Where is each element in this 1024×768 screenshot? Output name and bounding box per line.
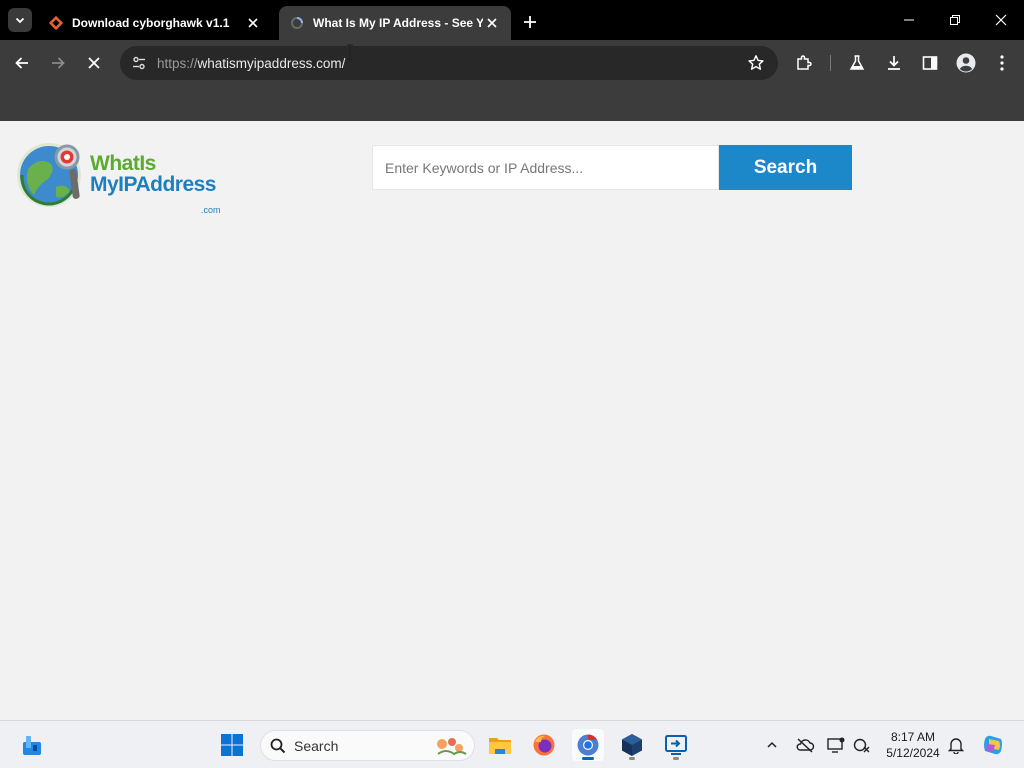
search-icon <box>270 738 286 753</box>
logo-suffix: .com <box>201 205 221 215</box>
close-tab-icon[interactable] <box>483 14 501 32</box>
close-icon <box>88 57 100 69</box>
flask-icon <box>849 55 865 70</box>
download-icon <box>888 56 900 70</box>
start-button[interactable] <box>216 729 248 761</box>
copilot-icon <box>984 735 1002 755</box>
clock-date: 5/12/2024 <box>886 746 940 760</box>
avatar-icon <box>956 53 976 73</box>
loading-spinner-icon <box>289 15 305 31</box>
text-cursor-icon <box>347 44 353 60</box>
browser-menu-button[interactable] <box>988 49 1016 77</box>
tab-download-cyborghawk[interactable]: Download cyborghawk v1.1 <box>38 6 272 40</box>
labs-button[interactable] <box>843 49 871 77</box>
arrow-right-icon <box>52 57 65 69</box>
virtualbox-button[interactable] <box>616 729 648 761</box>
kebab-menu-icon <box>1000 55 1004 71</box>
profile-button[interactable] <box>952 49 980 77</box>
bookmark-star-icon[interactable] <box>746 53 766 73</box>
chrome-button[interactable] <box>572 729 604 761</box>
puzzle-icon <box>797 55 812 70</box>
onedrive-offline-button[interactable] <box>793 733 817 757</box>
search-highlight-flowers-icon <box>437 738 467 756</box>
tab-whatismyipaddress[interactable]: What Is My IP Address - See Your Public … <box>279 6 511 40</box>
logo-line-2: MyIPAddress <box>90 173 217 196</box>
taskbar-search-label: Search <box>294 737 339 754</box>
close-window-button[interactable] <box>978 0 1024 40</box>
file-explorer-button[interactable] <box>484 729 516 761</box>
minimize-icon <box>904 19 914 21</box>
remote-desktop-button[interactable] <box>660 729 692 761</box>
tab-title: Download cyborghawk v1.1 <box>72 16 230 30</box>
toolbar-divider <box>830 55 831 71</box>
arrow-left-icon <box>15 57 28 69</box>
close-icon <box>995 14 1007 26</box>
url-host: whatismyipaddress.com/ <box>197 55 346 71</box>
running-app-indicator <box>673 757 679 760</box>
widgets-button[interactable] <box>16 729 48 761</box>
tab-title: What Is My IP Address - See Your Public … <box>313 16 483 30</box>
copilot-button[interactable] <box>980 732 1006 758</box>
active-app-indicator <box>582 757 594 760</box>
address-bar[interactable]: https://whatismyipaddress.com/ <box>120 46 778 80</box>
notifications-button[interactable] <box>944 733 968 757</box>
running-app-indicator <box>629 757 635 760</box>
browser-toolbar: https://whatismyipaddress.com/ <box>0 40 1024 86</box>
ip-search-input[interactable] <box>372 145 719 190</box>
site-logo[interactable]: WhatIs MyIPAddress .com <box>16 139 228 215</box>
orange-diamond-favicon-icon <box>48 15 64 31</box>
forward-button[interactable] <box>44 49 72 77</box>
monitor-icon <box>827 737 845 753</box>
taskbar-search-box[interactable]: Search <box>260 730 475 761</box>
taskbar: Search 8:17 AM 5/12/2024 <box>0 720 1024 768</box>
site-info-icon[interactable] <box>122 46 156 80</box>
url-scheme: https:// <box>157 55 198 71</box>
url-text: https://whatismyipaddress.com/ <box>157 56 345 71</box>
remote-desktop-icon <box>665 735 687 755</box>
folder-icon <box>489 738 511 754</box>
tab-search-button[interactable] <box>8 8 32 32</box>
tab-strip: Download cyborghawk v1.1 What Is My IP A… <box>0 0 1024 40</box>
windows-logo-icon <box>221 734 243 756</box>
globe-magnifier-logo-icon <box>17 143 81 207</box>
show-hidden-icons-button[interactable] <box>760 733 784 757</box>
back-button[interactable] <box>8 49 36 77</box>
firefox-button[interactable] <box>528 729 560 761</box>
restore-button[interactable] <box>932 0 978 40</box>
side-panel-button[interactable] <box>916 49 944 77</box>
stop-loading-button[interactable] <box>80 49 108 77</box>
logo-wordmark: WhatIs MyIPAddress <box>90 152 217 196</box>
plus-icon <box>524 16 536 28</box>
chrome-icon <box>577 734 599 756</box>
bell-icon <box>948 738 964 754</box>
new-tab-button[interactable] <box>518 10 542 34</box>
network-tray-button[interactable] <box>850 733 874 757</box>
close-tab-icon[interactable] <box>244 14 262 32</box>
firefox-icon <box>533 734 555 756</box>
minimize-button[interactable] <box>886 0 932 40</box>
virtualbox-cube-icon <box>622 734 642 756</box>
logo-line-1: WhatIs <box>90 152 156 175</box>
restore-icon <box>950 15 960 25</box>
page-content: WhatIs MyIPAddress .com Search <box>0 121 1024 720</box>
bookmarks-bar <box>0 86 1024 121</box>
chevron-down-icon <box>15 17 25 24</box>
cloud-off-icon <box>796 738 815 753</box>
extensions-button[interactable] <box>790 49 818 77</box>
downloads-button[interactable] <box>880 49 908 77</box>
chevron-up-icon <box>767 741 777 748</box>
widgets-icon <box>23 736 41 755</box>
clock-time: 8:17 AM <box>890 730 936 744</box>
display-tray-button[interactable] <box>824 733 848 757</box>
side-panel-icon <box>922 56 938 70</box>
search-button[interactable]: Search <box>719 145 852 190</box>
network-icon <box>853 738 870 753</box>
system-clock[interactable]: 8:17 AM 5/12/2024 <box>876 729 950 761</box>
